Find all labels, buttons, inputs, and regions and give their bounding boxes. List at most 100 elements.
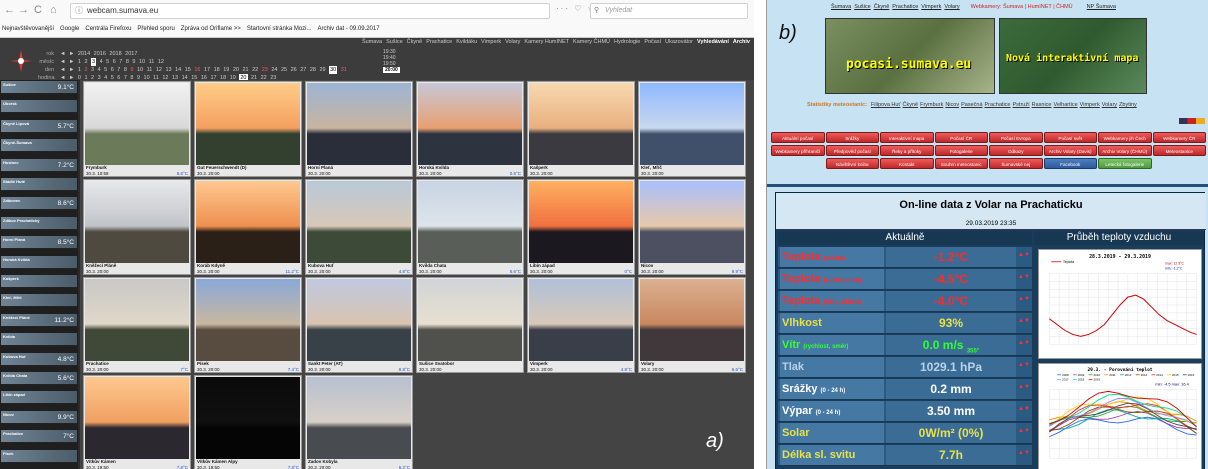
- menu-button[interactable]: Návštěvní kniha: [825, 158, 879, 169]
- back-arrow-icon[interactable]: ←: [4, 3, 15, 17]
- selector-option[interactable]: 2: [84, 58, 87, 66]
- header-link[interactable]: Šumava: [831, 4, 851, 10]
- topnav-item[interactable]: Sušice: [386, 39, 403, 45]
- selector-option[interactable]: 22: [252, 66, 258, 74]
- sidebar-station-item[interactable]: Zdíkov Prachatický: [1, 216, 77, 230]
- webcam-tile[interactable]: Kašperk 30.3. 20:00: [527, 81, 635, 177]
- selector-option[interactable]: 3: [91, 66, 94, 74]
- webcam-image[interactable]: [85, 279, 189, 361]
- selector-option[interactable]: 2017: [125, 50, 137, 58]
- sidebar-station-item[interactable]: Čkyně Lipová 5.7°C: [1, 119, 77, 133]
- webcam-image[interactable]: [529, 83, 633, 165]
- webcam-tile[interactable]: Kvilda Chata 30.3. 20:00 5.6°C: [416, 179, 524, 275]
- selector-option[interactable]: 10: [139, 58, 145, 66]
- selector-option[interactable]: 27: [300, 66, 306, 74]
- selector-option[interactable]: 29: [319, 66, 325, 74]
- search-input[interactable]: ⚲ Vyhledat: [590, 3, 748, 19]
- webcam-image[interactable]: [85, 181, 189, 263]
- menu-button[interactable]: Počasí ČR: [934, 132, 988, 143]
- webcam-image[interactable]: [529, 181, 633, 263]
- topnav-item[interactable]: Archiv: [733, 39, 750, 45]
- topnav-item[interactable]: Počasí: [644, 39, 661, 45]
- webcam-image[interactable]: [85, 377, 189, 459]
- selector-option[interactable]: 3: [91, 58, 97, 66]
- sidebar-station-item[interactable]: Kvilda Chata 5.6°C: [1, 372, 77, 385]
- menu-button[interactable]: Řeky a přítoky: [880, 145, 934, 156]
- selector-option[interactable]: 2: [84, 66, 87, 74]
- selector-option[interactable]: 7: [119, 58, 122, 66]
- selector-option[interactable]: 8: [126, 58, 129, 66]
- sidebar-station-item[interactable]: Zdíkovec 8.6°C: [1, 197, 77, 211]
- selector-option[interactable]: 8: [124, 66, 127, 74]
- sidebar-station-item[interactable]: Úborsk: [1, 100, 77, 114]
- menu-button[interactable]: Počasí svět: [1043, 132, 1097, 143]
- menu-button[interactable]: Letecká fotogalerie: [1098, 158, 1152, 169]
- selector-option[interactable]: 4: [98, 66, 101, 74]
- webcam-tile[interactable]: Horní Planá 30.3. 20:00: [305, 81, 413, 177]
- menu-button[interactable]: Fotogalerie: [934, 145, 988, 156]
- selector-option[interactable]: 12: [158, 58, 164, 66]
- webcam-image[interactable]: [307, 181, 411, 263]
- topnav-item[interactable]: Kvildáku: [456, 39, 477, 45]
- webcam-tile[interactable]: Vimperk 30.3. 20:00 4.8°C: [527, 277, 635, 373]
- selector-option[interactable]: 4: [100, 58, 103, 66]
- selector-option[interactable]: 2014: [78, 50, 90, 58]
- selector-option[interactable]: 25: [281, 66, 287, 74]
- webcam-tile[interactable]: Zadov Kobyla 30.3. 20:00 6.2°C: [305, 375, 413, 469]
- menu-button[interactable]: Odkazy: [989, 145, 1043, 156]
- webcam-image[interactable]: [418, 279, 522, 361]
- menu-button[interactable]: Kontakt: [880, 158, 934, 169]
- stats-link[interactable]: Nicov: [945, 102, 959, 108]
- selector-option[interactable]: 1: [78, 58, 81, 66]
- selector-option[interactable]: ◄: [60, 66, 65, 74]
- webcam-tile[interactable]: Kleť, Mříč 30.3. 20:00: [638, 81, 746, 177]
- selector-option[interactable]: 21: [242, 66, 248, 74]
- selector-option[interactable]: ◄: [60, 58, 65, 66]
- webcam-tile[interactable]: Kněžecí Pláně 30.3. 20:00: [83, 179, 191, 275]
- sidebar-station-item[interactable]: Písek: [1, 449, 77, 463]
- header-link[interactable]: Čkyně: [874, 4, 890, 10]
- selector-option[interactable]: 24: [271, 66, 277, 74]
- topnav-item[interactable]: Kamery ČHMÚ: [573, 39, 610, 45]
- selector-option[interactable]: 9: [132, 58, 135, 66]
- webcam-image[interactable]: [196, 377, 300, 459]
- webcam-tile[interactable]: Nicov 30.3. 20:00 9.9°C: [638, 179, 746, 275]
- selector-option[interactable]: ►: [69, 66, 74, 74]
- selector-option[interactable]: 12: [156, 66, 162, 74]
- webcam-tile[interactable]: Sankt Peter (AT) 30.3. 20:00 8.8°C: [305, 277, 413, 373]
- stats-link[interactable]: Rasnice: [1032, 102, 1052, 108]
- selector-option[interactable]: 17: [204, 66, 210, 74]
- webcam-tile[interactable]: Sušice Svatobor 30.3. 20:00: [416, 277, 524, 373]
- selector-option[interactable]: 13: [165, 66, 171, 74]
- menu-button[interactable]: Archiv Volary (ČHMÚ): [1098, 145, 1152, 156]
- stats-link[interactable]: Filipova Huť: [871, 102, 901, 108]
- menu-button[interactable]: Srážky: [825, 132, 879, 143]
- header-link[interactable]: Vimperk: [921, 4, 941, 10]
- stats-link[interactable]: Velhartice: [1054, 102, 1078, 108]
- time-option[interactable]: 20:00: [383, 67, 400, 73]
- sidebar-station-item[interactable]: Kněžecí Pláně 11.2°C: [1, 313, 77, 327]
- sidebar-station-item[interactable]: Kubova Huť 4.8°C: [1, 352, 77, 366]
- selector-option[interactable]: ►: [69, 58, 74, 66]
- webcam-tile[interactable]: Kubova Huť 30.3. 20:00 4.8°C: [305, 179, 413, 275]
- menu-button[interactable]: Webkamery příhraničí: [771, 145, 825, 156]
- webcam-image[interactable]: [418, 83, 522, 165]
- menu-button[interactable]: Aktuální počasí: [771, 132, 825, 143]
- bookmark-item[interactable]: Google: [60, 26, 79, 32]
- language-flags-icon[interactable]: [1179, 118, 1205, 124]
- topnav-item[interactable]: Prachatice: [426, 39, 452, 45]
- selector-option[interactable]: 6: [111, 66, 114, 74]
- menu-button[interactable]: Archiv Volary (Davis): [1043, 145, 1097, 156]
- webcam-tile[interactable]: Frymburk 30.3. 10:58 8.6°C: [83, 81, 191, 177]
- webcam-image[interactable]: [418, 181, 522, 263]
- sidebar-station-item[interactable]: Horní Planá 8.5°C: [1, 236, 77, 250]
- sidebar-station-item[interactable]: Čkyně-Šumava: [1, 139, 77, 153]
- sidebar-station-item[interactable]: Kašperk: [1, 275, 77, 288]
- selector-option[interactable]: 20: [233, 66, 239, 74]
- selector-option[interactable]: 30: [329, 66, 338, 74]
- stats-link[interactable]: Vimperk: [1080, 102, 1100, 108]
- stats-link[interactable]: Prachatice: [985, 102, 1011, 108]
- selector-option[interactable]: 5: [106, 58, 109, 66]
- webcam-tile[interactable]: Písek 30.3. 20:00 7.4°C: [194, 277, 302, 373]
- topnav-item[interactable]: Vimperk: [481, 39, 501, 45]
